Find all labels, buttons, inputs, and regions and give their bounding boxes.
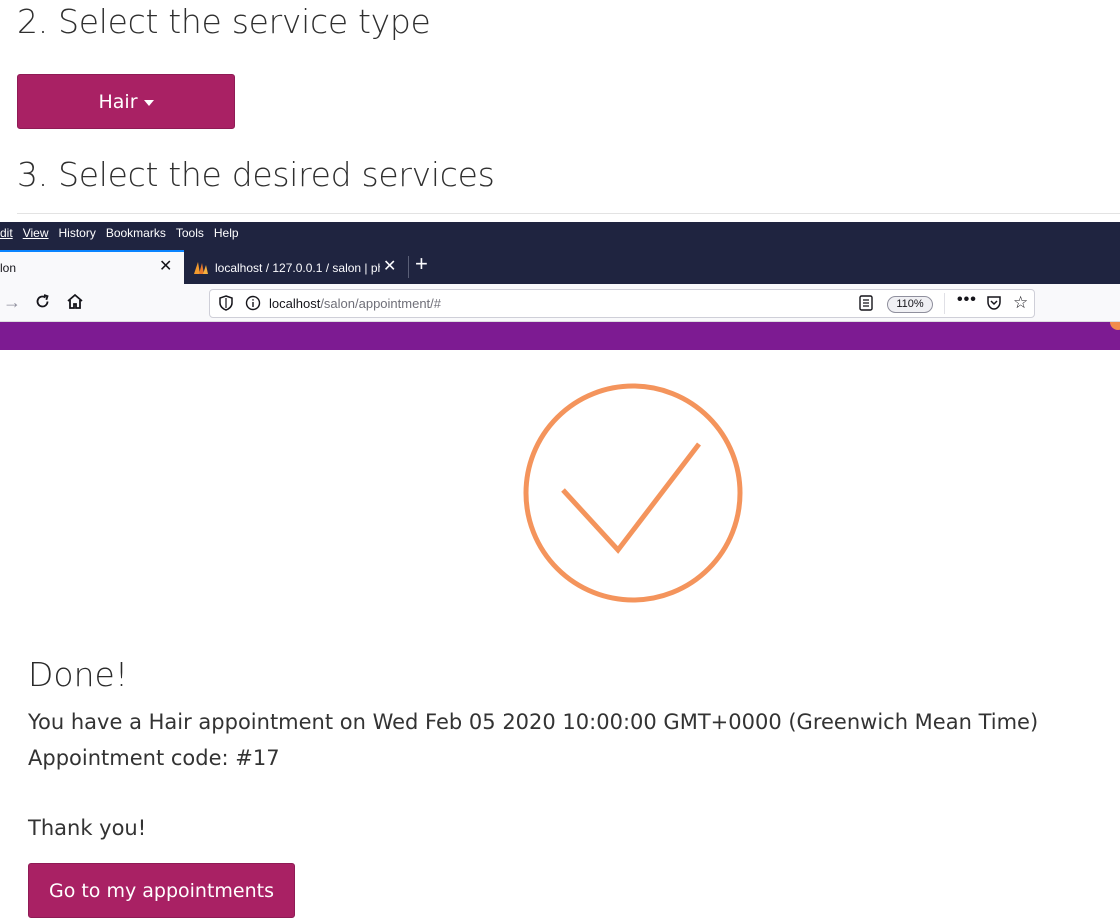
tab-separator [408,256,409,278]
pocket-icon[interactable] [986,295,1002,311]
url-bar[interactable]: localhost/salon/appointment/# 110% ••• ☆ [209,289,1035,318]
plus-icon[interactable]: + [415,253,428,275]
browser-navbar: → localhost/salon/appointment/# 110% •••… [0,284,1120,322]
step2-heading: 2. Select the service type [17,2,431,41]
browser-tabbar: lon ✕ localhost / 127.0.0.1 / salon | ph… [0,244,1120,284]
service-type-dropdown[interactable]: Hair [17,74,235,129]
divider [944,293,945,314]
tab-title: lon [0,261,17,275]
service-type-label: Hair [98,90,138,113]
menu-help[interactable]: Help [214,226,239,240]
tab-title: localhost / 127.0.0.1 / salon | ph [215,261,380,275]
browser-menubar: dit View History Bookmarks Tools Help [0,222,1120,244]
tab-salon[interactable]: lon ✕ [0,250,184,284]
shield-icon[interactable] [219,295,233,311]
close-icon[interactable]: ✕ [159,259,172,275]
zoom-level[interactable]: 110% [887,296,933,313]
menu-tools[interactable]: Tools [176,226,204,240]
back-arrow-icon[interactable]: → [3,293,21,311]
go-to-appointments-button[interactable]: Go to my appointments [28,863,295,918]
more-icon[interactable]: ••• [957,291,977,309]
caret-down-icon [143,99,154,106]
tab-phpmyadmin[interactable]: localhost / 127.0.0.1 / salon | ph ✕ [185,250,407,284]
url-text[interactable]: localhost/salon/appointment/# [269,296,441,311]
site-header [0,322,1120,350]
reload-icon[interactable] [34,293,51,313]
star-icon[interactable]: ☆ [1013,293,1028,313]
appointment-message: You have a Hair appointment on Wed Feb 0… [28,710,1039,734]
home-icon[interactable] [66,293,84,313]
thank-you-text: Thank you! [28,816,147,840]
appointment-code: Appointment code: #17 [28,746,280,770]
confirmation-title: Done! [28,655,129,694]
header-avatar-icon[interactable] [1110,322,1120,330]
phpmyadmin-favicon-icon [194,262,208,274]
step3-heading: 3. Select the desired services [17,155,495,194]
menu-view[interactable]: View [23,226,49,240]
menu-edit[interactable]: dit [0,226,13,240]
menu-history[interactable]: History [58,226,95,240]
service-selection-section: 2. Select the service type Hair 3. Selec… [0,0,1120,222]
menu-bookmarks[interactable]: Bookmarks [106,226,166,240]
checkmark-circle-icon [523,383,743,603]
divider [17,213,1120,214]
close-icon[interactable]: ✕ [383,259,396,275]
reader-view-icon[interactable] [859,295,873,311]
info-icon[interactable] [245,295,261,311]
